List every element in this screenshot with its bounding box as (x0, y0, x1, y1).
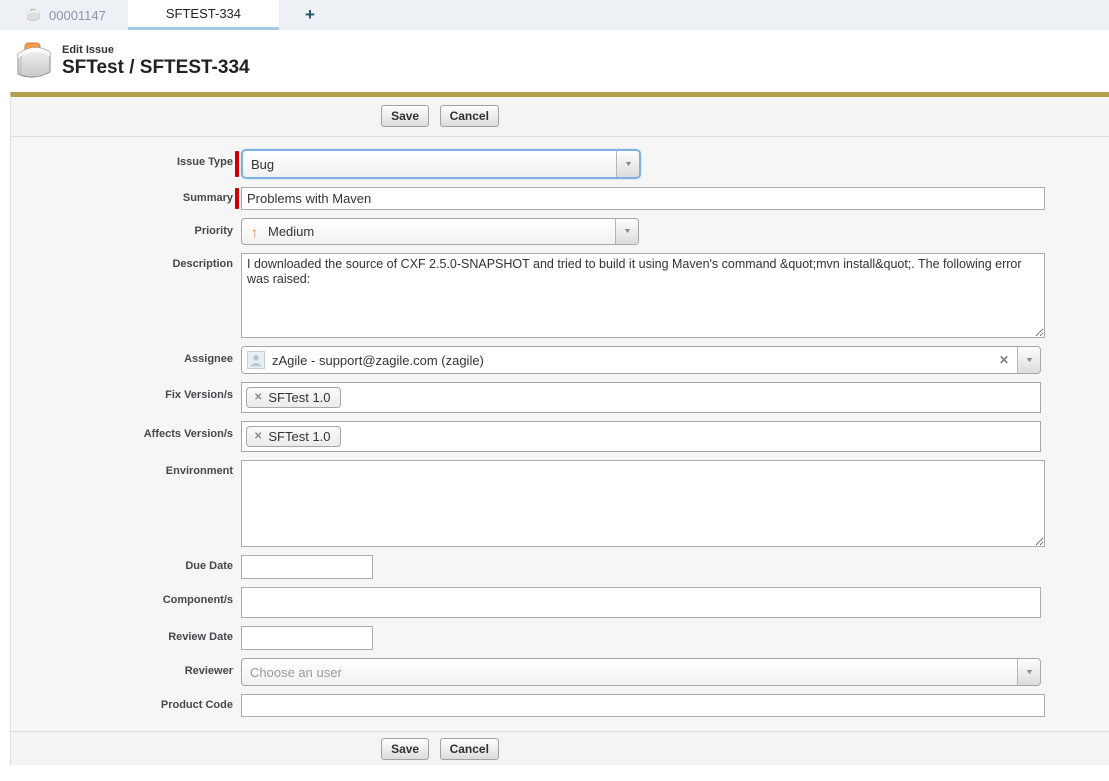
chevron-down-icon: ▼ (623, 161, 632, 168)
edit-issue-form: Issue Type Bug ▼ Summary Priority ↑ Medi… (11, 137, 1109, 731)
save-button[interactable]: Save (381, 105, 429, 127)
cancel-button-bottom[interactable]: Cancel (440, 738, 499, 760)
field-row-affects-versions: Affects Version/s ✕ SFTest 1.0 (11, 421, 1109, 452)
eyebrow-edit-issue: Edit Issue (62, 44, 250, 57)
priority-up-icon: ↑ (242, 224, 258, 240)
description-label: Description (11, 253, 233, 270)
add-tab-button[interactable]: + (279, 0, 341, 30)
field-row-reviewer: Reviewer Choose an user ▼ (11, 658, 1109, 686)
environment-label: Environment (11, 460, 233, 477)
reviewer-label: Reviewer (11, 658, 233, 677)
tab-record-00001147[interactable]: 00001147 (0, 0, 128, 30)
field-row-description: Description I downloaded the source of C… (11, 253, 1109, 338)
issue-type-select[interactable]: Bug ▼ (241, 149, 641, 179)
tab-label: SFTEST-334 (166, 6, 241, 21)
save-button-bottom[interactable]: Save (381, 738, 429, 760)
priority-value: Medium (268, 224, 615, 239)
assignee-select[interactable]: zAgile - support@zagile.com (zagile) ✕ ▼ (241, 346, 1041, 374)
priority-label: Priority (11, 218, 233, 237)
issue-icon (13, 41, 55, 81)
chevron-down-icon: ▼ (1024, 669, 1033, 676)
issue-type-dropdown-button[interactable]: ▼ (616, 151, 639, 177)
product-code-input[interactable] (241, 694, 1045, 717)
chevron-down-icon: ▼ (1024, 357, 1033, 364)
review-date-label: Review Date (11, 626, 233, 643)
field-row-environment: Environment (11, 460, 1109, 547)
field-row-due-date: Due Date (11, 555, 1109, 579)
reviewer-select[interactable]: Choose an user ▼ (241, 658, 1041, 686)
required-indicator (235, 151, 239, 177)
due-date-label: Due Date (11, 555, 233, 572)
field-row-assignee: Assignee zAgile - support@zagile.com (za… (11, 346, 1109, 374)
field-row-issue-type: Issue Type Bug ▼ (11, 149, 1109, 179)
reviewer-dropdown-button[interactable]: ▼ (1017, 659, 1040, 685)
plus-icon: + (305, 5, 315, 25)
affects-versions-label: Affects Version/s (11, 421, 233, 440)
user-avatar-icon (247, 351, 265, 369)
field-row-components: Component/s (11, 587, 1109, 618)
issue-type-label: Issue Type (11, 149, 233, 168)
affects-versions-field[interactable]: ✕ SFTest 1.0 (241, 421, 1041, 452)
reviewer-placeholder: Choose an user (242, 665, 1017, 680)
cancel-button[interactable]: Cancel (440, 105, 499, 127)
fix-versions-field[interactable]: ✕ SFTest 1.0 (241, 382, 1041, 413)
description-textarea[interactable]: I downloaded the source of CXF 2.5.0-SNA… (241, 253, 1045, 338)
remove-chip-icon[interactable]: ✕ (254, 392, 262, 403)
remove-chip-icon[interactable]: ✕ (254, 431, 262, 442)
page-title: SFTest / SFTEST-334 (62, 57, 250, 79)
assignee-label: Assignee (11, 346, 233, 365)
field-row-summary: Summary (11, 187, 1109, 210)
edit-issue-panel: Save Cancel Issue Type Bug ▼ Summary Pri… (10, 92, 1109, 765)
tab-label: 00001147 (49, 8, 106, 23)
top-button-bar: Save Cancel (11, 97, 1109, 137)
issue-type-value: Bug (243, 157, 616, 172)
field-row-review-date: Review Date (11, 626, 1109, 650)
chevron-down-icon: ▼ (622, 228, 631, 235)
bottom-button-bar: Save Cancel (11, 731, 1109, 765)
summary-input[interactable] (241, 187, 1045, 210)
required-indicator (235, 188, 239, 209)
field-row-fix-versions: Fix Version/s ✕ SFTest 1.0 (11, 382, 1109, 413)
fix-version-chip: ✕ SFTest 1.0 (246, 387, 341, 408)
assignee-value: zAgile - support@zagile.com (zagile) (272, 353, 991, 368)
header-text: Edit Issue SFTest / SFTEST-334 (62, 44, 250, 79)
priority-select[interactable]: ↑ Medium ▼ (241, 218, 639, 245)
components-input[interactable] (241, 587, 1041, 618)
field-row-product-code: Product Code (11, 694, 1109, 717)
review-date-input[interactable] (241, 626, 373, 650)
page-header: Edit Issue SFTest / SFTEST-334 (0, 30, 1109, 92)
priority-dropdown-button[interactable]: ▼ (615, 219, 638, 244)
chip-label: SFTest 1.0 (268, 429, 330, 444)
summary-label: Summary (11, 187, 233, 204)
due-date-input[interactable] (241, 555, 373, 579)
assignee-dropdown-button[interactable]: ▼ (1017, 347, 1040, 373)
case-icon (26, 8, 41, 22)
clear-assignee-icon[interactable]: ✕ (999, 353, 1009, 367)
chip-label: SFTest 1.0 (268, 390, 330, 405)
product-code-label: Product Code (11, 694, 233, 711)
field-row-priority: Priority ↑ Medium ▼ (11, 218, 1109, 245)
tab-bar: 00001147 SFTEST-334 + (0, 0, 1109, 30)
affects-version-chip: ✕ SFTest 1.0 (246, 426, 341, 447)
fix-versions-label: Fix Version/s (11, 382, 233, 401)
components-label: Component/s (11, 587, 233, 606)
environment-textarea[interactable] (241, 460, 1045, 547)
tab-sftest-334-active[interactable]: SFTEST-334 (128, 0, 279, 30)
